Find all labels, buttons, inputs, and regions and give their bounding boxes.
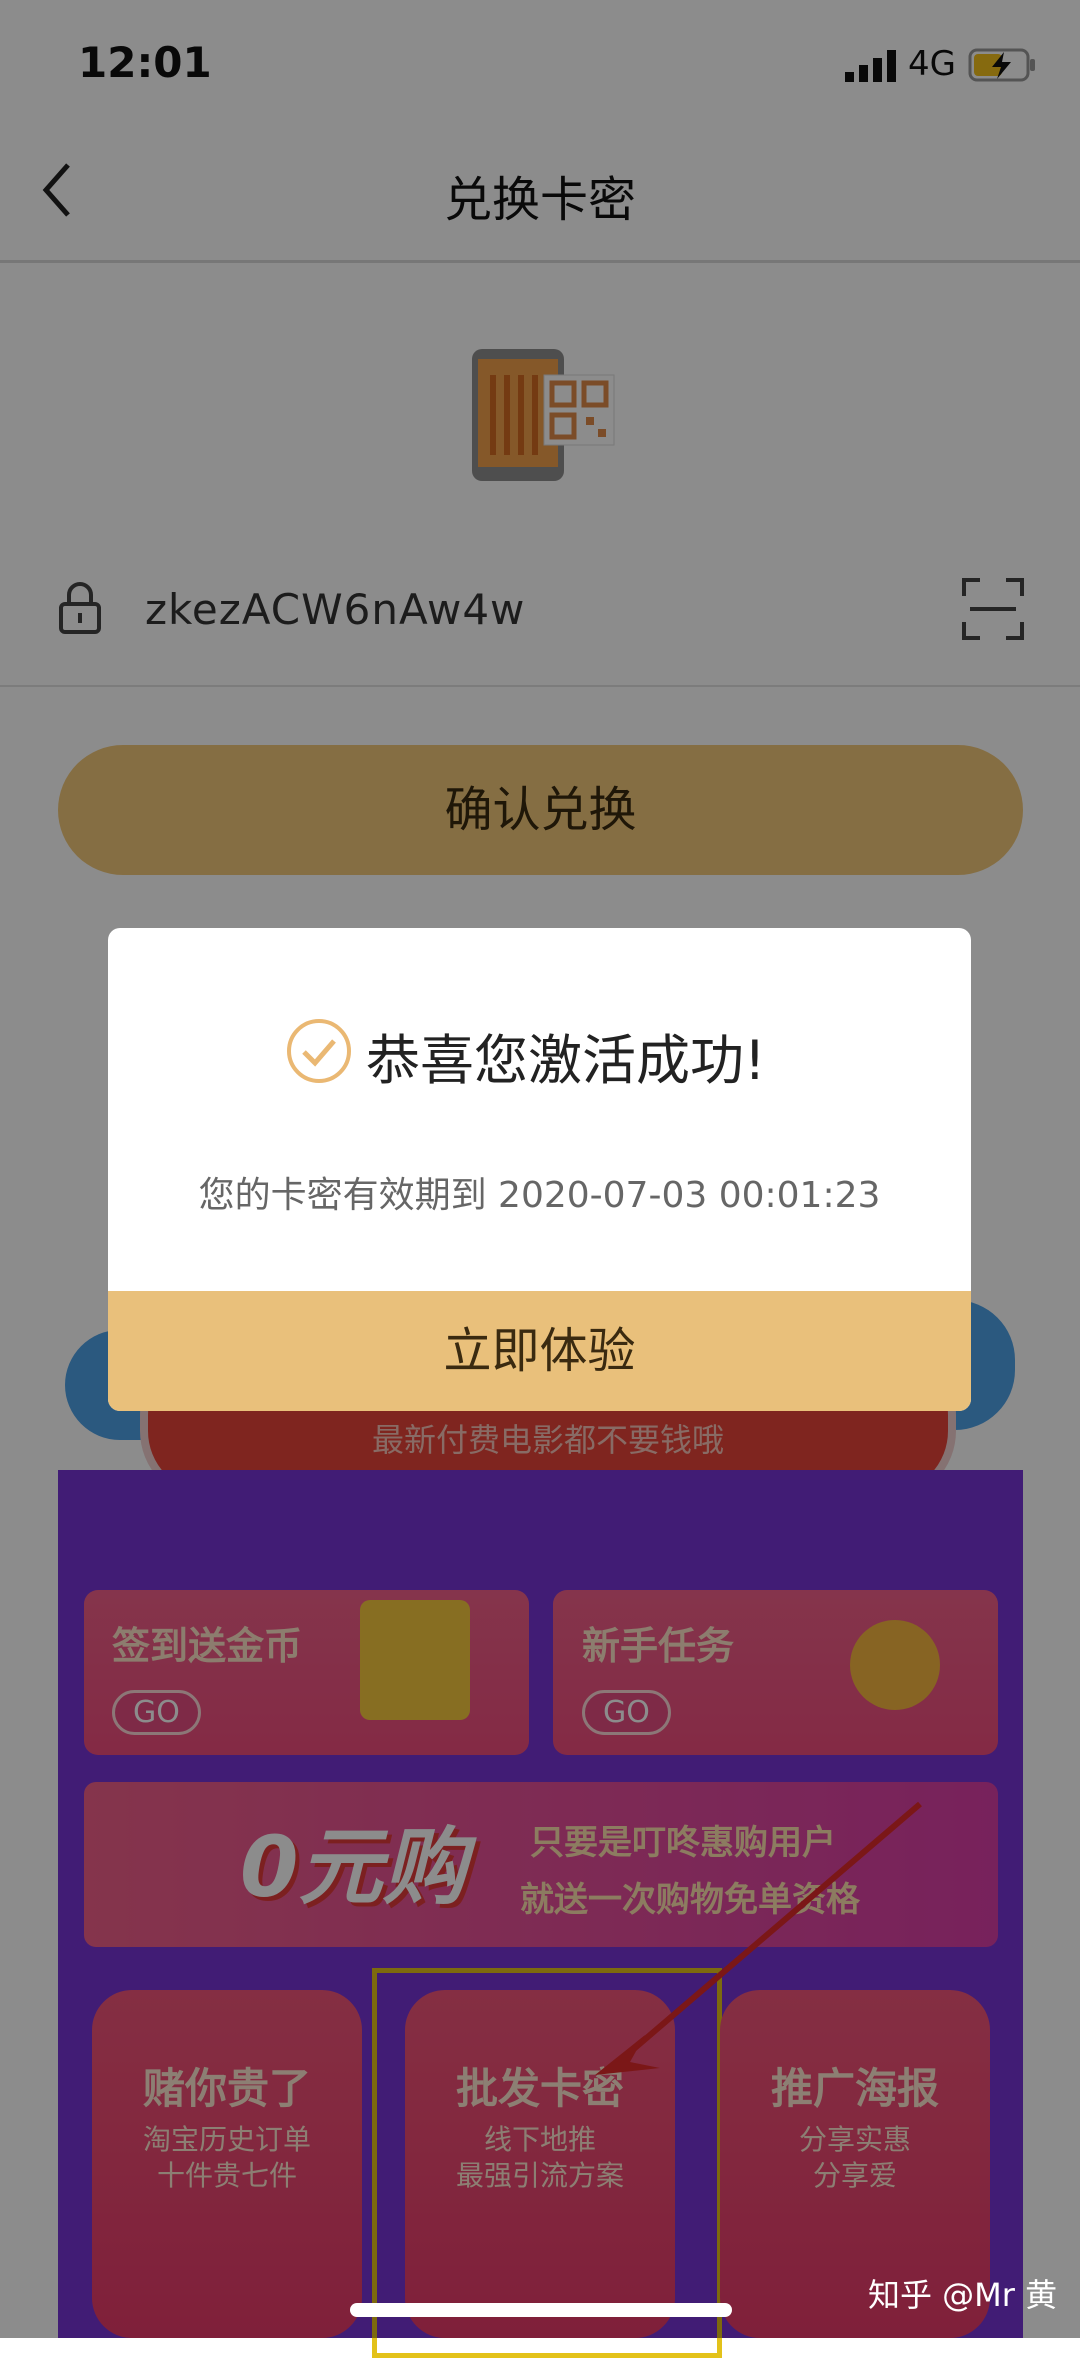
watermark: 知乎 @Mr 黄 bbox=[868, 2276, 1058, 2314]
dialog-message: 您的卡密有效期到 2020-07-03 00:01:23 bbox=[198, 1175, 881, 1216]
home-indicator[interactable] bbox=[350, 2303, 732, 2317]
try-now-button[interactable]: 立即体验 bbox=[108, 1291, 971, 1411]
check-circle-icon bbox=[287, 1019, 351, 1083]
dialog-title: 恭喜您激活成功! bbox=[366, 1029, 766, 1092]
success-dialog: 恭喜您激活成功! 您的卡密有效期到 2020-07-03 00:01:23 立即… bbox=[108, 928, 971, 1411]
